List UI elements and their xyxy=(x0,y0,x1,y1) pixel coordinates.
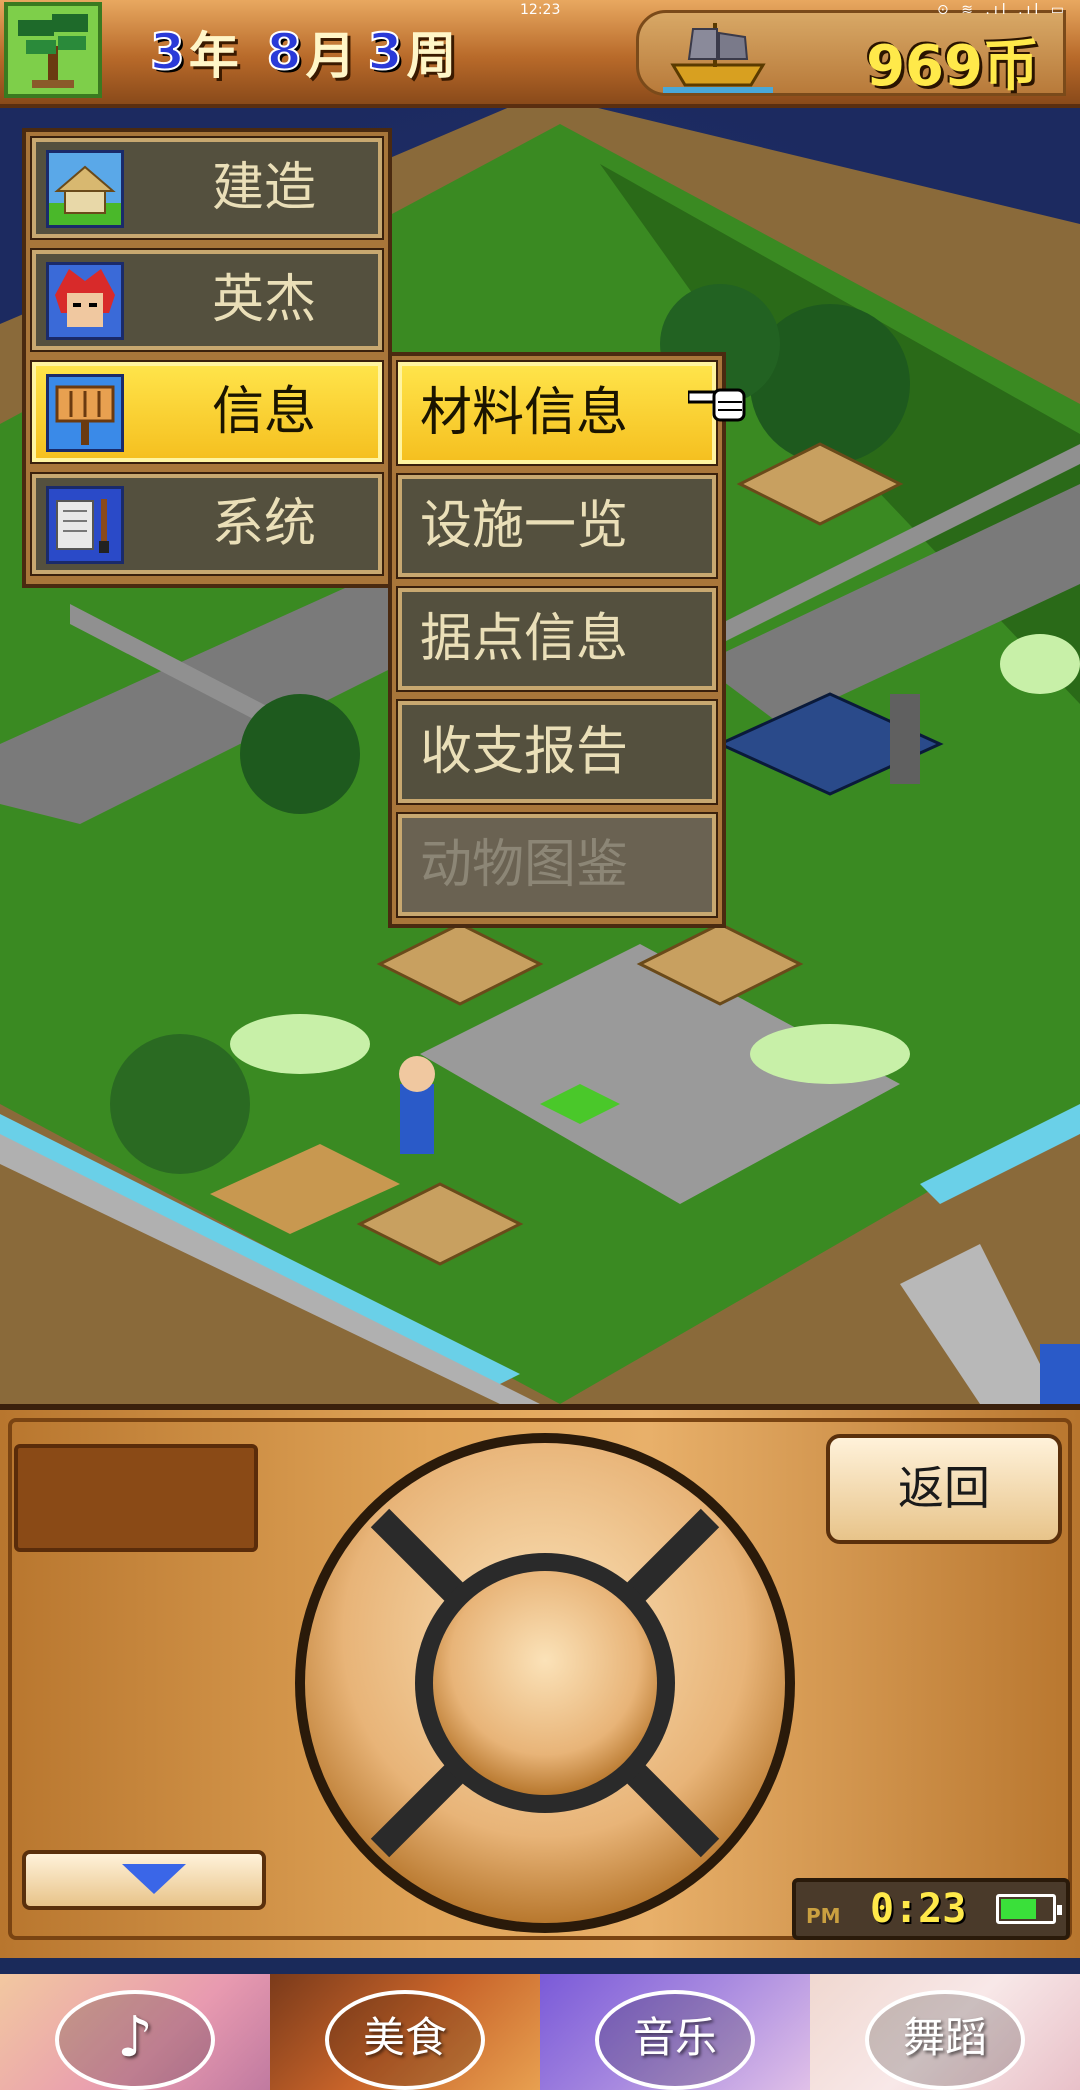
down-arrow-icon xyxy=(122,1864,186,1894)
dpad-down[interactable] xyxy=(440,1810,660,1920)
ad-music[interactable]: 音乐 xyxy=(540,1974,810,2090)
sub-label-material-info: 材料信息 xyxy=(420,383,629,443)
ad-food[interactable]: 美食 xyxy=(270,1974,540,2090)
month-unit: 月 xyxy=(305,27,356,85)
menu-label-build: 建造 xyxy=(211,158,316,218)
notice-board-icon xyxy=(46,374,124,452)
sub-item-facility-list[interactable]: 设施一览 xyxy=(396,473,718,579)
dpad-up[interactable] xyxy=(440,1450,660,1560)
sub-label-animal-guide: 动物图鉴 xyxy=(420,835,629,895)
dpad-center[interactable] xyxy=(440,1580,660,1800)
date-display: 3 年 8 月 3 周 xyxy=(149,20,484,85)
sub-item-finance-report[interactable]: 收支报告 xyxy=(396,699,718,805)
ad-dance-label: 舞蹈 xyxy=(865,1990,1025,2090)
menu-label-heroes: 英杰 xyxy=(211,270,316,330)
scroll-down-button[interactable] xyxy=(22,1850,266,1910)
sub-label-finance-report: 收支报告 xyxy=(420,722,629,782)
menu-label-info: 信息 xyxy=(211,382,316,442)
status-time: 12:23 xyxy=(520,2,561,18)
year-number: 3 xyxy=(149,22,186,82)
main-menu: 建造 英杰 信息 系统 xyxy=(22,128,392,588)
menu-item-heroes[interactable]: 英杰 xyxy=(30,248,384,352)
coin-panel: 969币 xyxy=(636,10,1066,99)
menu-item-info[interactable]: 信息 xyxy=(30,360,384,464)
house-icon xyxy=(46,150,124,228)
year-unit: 年 xyxy=(188,27,239,85)
sub-item-base-info[interactable]: 据点信息 xyxy=(396,586,718,692)
battery-icon xyxy=(996,1894,1062,1924)
week-unit: 周 xyxy=(406,27,457,85)
info-sub-menu: 材料信息 设施一览 据点信息 收支报告 动物图鉴 xyxy=(388,352,726,928)
menu-label-system: 系统 xyxy=(211,494,316,554)
sub-item-material-info[interactable]: 材料信息 xyxy=(396,360,718,466)
tiktok-icon: ♪ xyxy=(55,1990,215,2090)
game-clock: PM 0:23 xyxy=(792,1878,1070,1940)
ad-food-label: 美食 xyxy=(325,1990,485,2090)
coin-count: 969币 xyxy=(866,34,1039,99)
hero-portrait-icon xyxy=(46,262,124,340)
ad-dance[interactable]: 舞蹈 xyxy=(810,1974,1080,2090)
week-number: 3 xyxy=(367,22,404,82)
ad-banner[interactable]: ♪ 美食 音乐 舞蹈 xyxy=(0,1974,1080,2090)
ad-music-label: 音乐 xyxy=(595,1990,755,2090)
item-slot[interactable] xyxy=(14,1444,258,1552)
controller-panel: 返回 PM 0:23 xyxy=(0,1404,1080,1958)
status-icons: ⊙ ≋ .ıl .ıl ▭ xyxy=(937,2,1068,18)
clock-ampm: PM xyxy=(806,1904,841,1928)
battery-fill xyxy=(1001,1899,1036,1919)
dpad-right[interactable] xyxy=(680,1580,790,1800)
sub-label-facility-list: 设施一览 xyxy=(420,496,629,556)
clock-time: 0:23 xyxy=(870,1886,967,1932)
dpad-left[interactable] xyxy=(310,1580,420,1800)
pointing-hand-icon xyxy=(688,388,746,422)
menu-item-build[interactable]: 建造 xyxy=(30,136,384,240)
menu-item-system[interactable]: 系统 xyxy=(30,472,384,576)
ship-icon xyxy=(663,23,773,93)
sub-item-animal-guide: 动物图鉴 xyxy=(396,812,718,918)
sub-label-base-info: 据点信息 xyxy=(420,609,629,669)
back-button[interactable]: 返回 xyxy=(826,1434,1062,1544)
ad-tiktok[interactable]: ♪ xyxy=(0,1974,270,2090)
scroll-brush-icon xyxy=(46,486,124,564)
month-number: 8 xyxy=(266,22,303,82)
status-bar: 12:23 ⊙ ≋ .ıl .ıl ▭ xyxy=(0,0,1080,22)
